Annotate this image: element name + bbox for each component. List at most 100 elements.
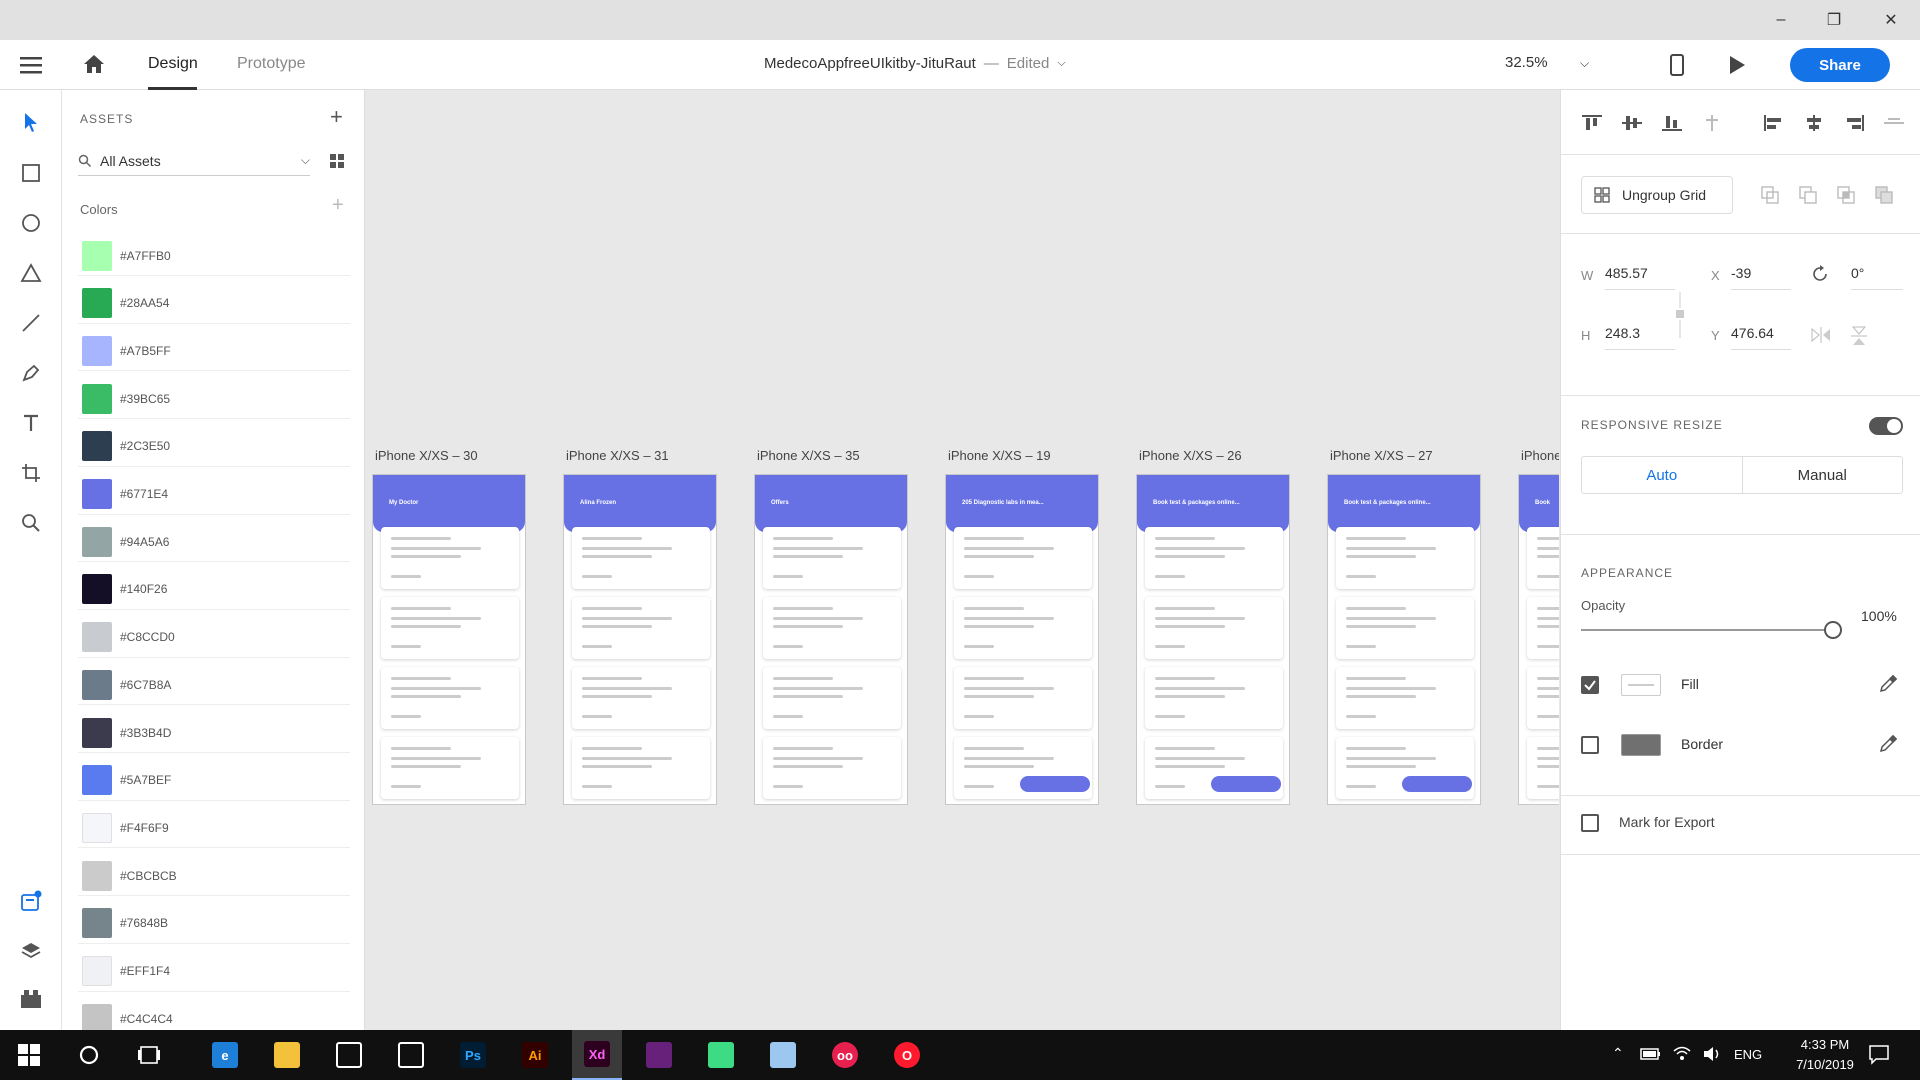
distribute-horizontal-icon[interactable]	[1883, 114, 1905, 137]
color-swatch-item[interactable]: #A7B5FF	[78, 331, 350, 372]
layers-panel-icon[interactable]	[15, 935, 47, 967]
text-tool-icon[interactable]	[15, 407, 47, 439]
device-preview-icon[interactable]	[1670, 54, 1684, 81]
taskbar-visual-studio-icon[interactable]	[634, 1030, 684, 1080]
color-swatch-item[interactable]: #5A7BEF	[78, 760, 350, 801]
zoom-tool-icon[interactable]	[15, 507, 47, 539]
assets-panel-icon[interactable]	[15, 885, 47, 917]
artboard[interactable]: Book	[1518, 474, 1559, 805]
boolean-exclude-icon[interactable]	[1875, 186, 1893, 209]
color-swatch-item[interactable]: #A7FFB0	[78, 236, 350, 276]
artboard[interactable]: My Doctor	[372, 474, 526, 805]
color-swatch-item[interactable]: #C4C4C4	[78, 999, 350, 1030]
hamburger-menu-icon[interactable]	[20, 55, 42, 80]
home-icon[interactable]	[83, 53, 105, 80]
artboard[interactable]: Book test & packages online...	[1136, 474, 1290, 805]
responsive-resize-toggle[interactable]	[1869, 417, 1903, 435]
fill-swatch[interactable]	[1621, 674, 1661, 696]
opacity-slider-track[interactable]	[1581, 629, 1833, 631]
maximize-button[interactable]: ❐	[1811, 0, 1857, 40]
taskbar-photoshop-icon[interactable]: Ps	[448, 1030, 498, 1080]
tab-prototype[interactable]: Prototype	[237, 55, 305, 73]
play-preview-icon[interactable]	[1728, 55, 1746, 80]
rotation-input[interactable]: 0°	[1851, 265, 1903, 290]
language-indicator[interactable]: ENG	[1734, 1047, 1762, 1062]
border-swatch[interactable]	[1621, 734, 1661, 756]
taskbar-file-explorer-icon[interactable]	[262, 1030, 312, 1080]
artboard-label[interactable]: iPhone X/XS – 31	[566, 448, 669, 463]
asset-filter-select[interactable]: All Assets ⌵	[78, 146, 310, 176]
document-title-group[interactable]: MedecoAppfreeUIkitby-JituRaut — Edited ⌵	[764, 55, 1066, 72]
color-swatch-item[interactable]: #2C3E50	[78, 426, 350, 467]
align-bottom-icon[interactable]	[1661, 114, 1683, 137]
artboard-label[interactable]: iPhone	[1521, 448, 1559, 463]
task-view-icon[interactable]	[124, 1030, 174, 1080]
taskbar-virtualbox-icon[interactable]	[758, 1030, 808, 1080]
ellipse-tool-icon[interactable]	[15, 207, 47, 239]
color-swatch-item[interactable]: #EFF1F4	[78, 951, 350, 992]
taskbar-android-studio-icon[interactable]	[696, 1030, 746, 1080]
mark-for-export-checkbox[interactable]	[1581, 814, 1599, 832]
canvas[interactable]: iPhone X/XS – 30 My Doctor iPhone X/XS – 3…	[366, 90, 1559, 1030]
color-swatch-item[interactable]: #F4F6F9	[78, 808, 350, 849]
color-swatch-item[interactable]: #6C7B8A	[78, 665, 350, 706]
fill-eyedropper-icon[interactable]	[1879, 674, 1898, 698]
artboard[interactable]: Alina Frozen	[563, 474, 717, 805]
color-swatch-item[interactable]: #28AA54	[78, 283, 350, 324]
artboard[interactable]: 205 Diagnostic labs in mea...	[945, 474, 1099, 805]
show-hidden-icons-chevron-icon[interactable]: ⌃	[1612, 1045, 1624, 1062]
close-window-button[interactable]: ✕	[1868, 0, 1914, 40]
zoom-level[interactable]: 32.5%	[1505, 54, 1548, 71]
aspect-lock-icon[interactable]	[1675, 290, 1685, 340]
color-swatch-item[interactable]: #140F26	[78, 569, 350, 610]
color-swatch-item[interactable]: #C8CCD0	[78, 617, 350, 658]
color-swatch-item[interactable]: #CBCBCB	[78, 856, 350, 897]
fill-checkbox[interactable]	[1581, 676, 1599, 694]
taskbar-opera-icon[interactable]: O	[882, 1030, 932, 1080]
notifications-icon[interactable]	[1868, 1043, 1890, 1070]
start-windows-icon[interactable]	[4, 1030, 54, 1080]
taskbar-store-icon[interactable]	[324, 1030, 374, 1080]
align-top-icon[interactable]	[1581, 114, 1603, 137]
border-eyedropper-icon[interactable]	[1879, 734, 1898, 758]
flip-horizontal-icon[interactable]	[1811, 327, 1831, 348]
auto-resize-option[interactable]: Auto	[1582, 457, 1743, 493]
color-swatch-item[interactable]: #94A5A6	[78, 522, 350, 563]
color-swatch-item[interactable]: #3B3B4D	[78, 713, 350, 753]
taskbar-illustrator-icon[interactable]: Ai	[510, 1030, 560, 1080]
grid-view-icon[interactable]	[330, 154, 344, 173]
boolean-intersect-icon[interactable]	[1837, 186, 1855, 209]
zoom-dropdown-chevron-icon[interactable]: ⌵	[1580, 56, 1589, 71]
height-input[interactable]: 248.3	[1605, 325, 1675, 350]
artboard-label[interactable]: iPhone X/XS – 35	[757, 448, 860, 463]
ungroup-grid-button[interactable]: Ungroup Grid	[1581, 176, 1733, 214]
clock[interactable]: 4:33 PM 7/10/2019	[1780, 1035, 1870, 1075]
color-swatch-item[interactable]: #39BC65	[78, 379, 350, 420]
y-input[interactable]: 476.64	[1731, 325, 1791, 350]
artboard-label[interactable]: iPhone X/XS – 26	[1139, 448, 1242, 463]
width-input[interactable]: 485.57	[1605, 265, 1675, 290]
boolean-add-icon[interactable]	[1761, 186, 1779, 209]
artboard[interactable]: Offers	[754, 474, 908, 805]
tab-design[interactable]: Design	[148, 55, 198, 73]
taskbar-flickr-icon[interactable]: oo	[820, 1030, 870, 1080]
align-center-icon[interactable]	[1803, 114, 1825, 137]
rectangle-tool-icon[interactable]	[15, 157, 47, 189]
share-button[interactable]: Share	[1790, 48, 1890, 82]
border-checkbox[interactable]	[1581, 736, 1599, 754]
add-asset-icon[interactable]: +	[330, 104, 343, 130]
plugins-panel-icon[interactable]	[15, 983, 47, 1015]
cortana-search-icon[interactable]	[64, 1030, 114, 1080]
select-tool-icon[interactable]	[15, 106, 47, 138]
polygon-tool-icon[interactable]	[15, 257, 47, 289]
align-middle-icon[interactable]	[1621, 114, 1643, 137]
color-swatch-item[interactable]: #6771E4	[78, 474, 350, 515]
taskbar-mail-icon[interactable]	[386, 1030, 436, 1080]
artboard-label[interactable]: iPhone X/XS – 19	[948, 448, 1051, 463]
color-swatch-item[interactable]: #76848B	[78, 903, 350, 944]
battery-icon[interactable]	[1640, 1047, 1662, 1066]
distribute-vertical-icon[interactable]	[1701, 114, 1723, 137]
volume-icon[interactable]	[1702, 1045, 1722, 1068]
align-right-icon[interactable]	[1843, 114, 1865, 137]
artboard[interactable]: Book test & packages online...	[1327, 474, 1481, 805]
